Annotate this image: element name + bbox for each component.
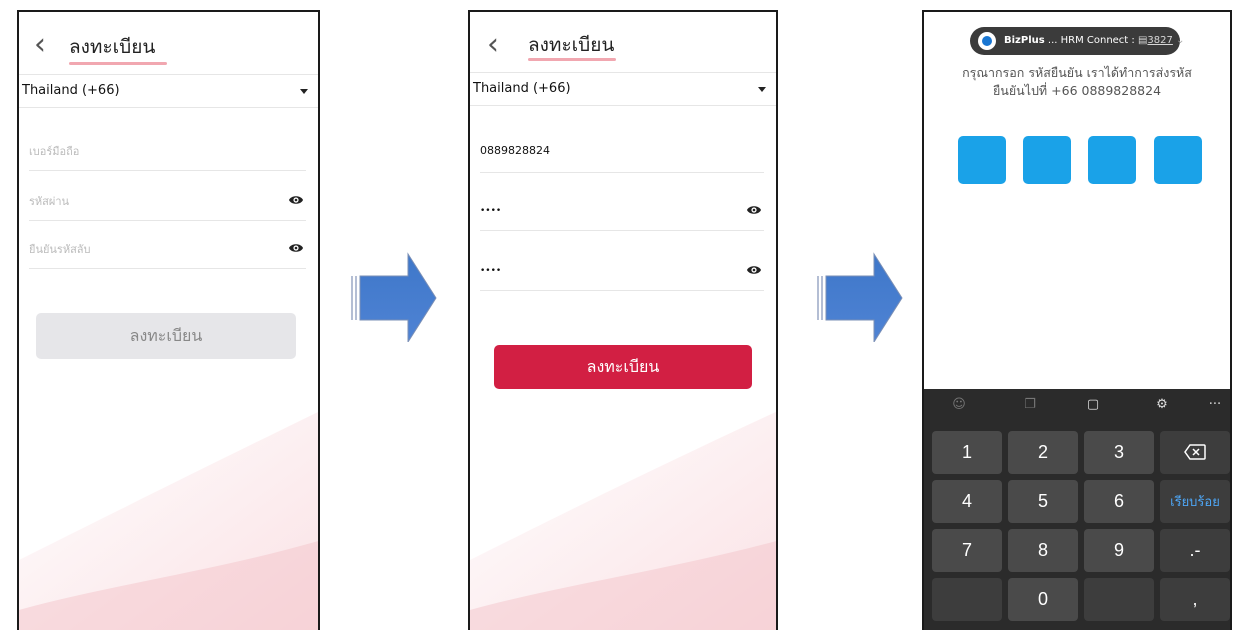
password-value: •••• bbox=[480, 206, 502, 216]
page-title: ลงทะเบียน bbox=[528, 34, 615, 56]
notification-app: BizPlus bbox=[1004, 35, 1045, 46]
eye-icon[interactable] bbox=[288, 240, 304, 256]
chevron-down-icon bbox=[300, 89, 308, 94]
flow-arrow-icon bbox=[817, 252, 903, 342]
phone-screen-register-empty: ‹ ลงทะเบียน Thailand (+66) เบอร์มือถือ ร… bbox=[17, 10, 320, 630]
numeric-keyboard: ☺ ❐ ▢ ⚙ ··· 1 2 3 4 5 6 เรียบร้อย 7 8 9 … bbox=[924, 389, 1230, 630]
back-button[interactable]: ‹ bbox=[29, 30, 51, 60]
backspace-icon bbox=[1184, 444, 1206, 460]
otp-box[interactable] bbox=[1154, 136, 1202, 184]
done-key[interactable]: เรียบร้อย bbox=[1160, 480, 1230, 523]
phone-screen-otp: BizPlus ... HRM Connect : ▤3827 ⌄ กรุณาก… bbox=[922, 10, 1232, 630]
otp-box[interactable] bbox=[958, 136, 1006, 184]
phone-input[interactable]: 0889828824 bbox=[480, 132, 764, 173]
header: ‹ ลงทะเบียน bbox=[19, 12, 318, 72]
chevron-down-icon bbox=[758, 87, 766, 92]
notification-code: 3827 bbox=[1147, 35, 1173, 46]
key-8[interactable]: 8 bbox=[1008, 529, 1078, 572]
password-input[interactable]: รหัสผ่าน bbox=[29, 180, 306, 221]
key-3[interactable]: 3 bbox=[1084, 431, 1154, 474]
flow-arrow-icon bbox=[351, 252, 437, 342]
background-wave bbox=[470, 411, 776, 630]
confirm-password-input[interactable]: •••• bbox=[480, 250, 764, 291]
otp-notification[interactable]: BizPlus ... HRM Connect : ▤3827 ⌄ bbox=[970, 27, 1184, 55]
dot-dash-key[interactable]: .- bbox=[1160, 529, 1230, 572]
title-underline bbox=[69, 62, 167, 65]
comma-key[interactable]: , bbox=[1160, 578, 1230, 621]
eye-icon[interactable] bbox=[746, 202, 762, 218]
eye-icon[interactable] bbox=[746, 262, 762, 278]
settings-icon[interactable]: ⚙ bbox=[1153, 396, 1171, 414]
notification-text: ... HRM Connect : bbox=[1047, 35, 1135, 46]
instruction-line-1: กรุณากรอก รหัสยืนยัน เราได้ทำการส่งรหัส bbox=[962, 65, 1192, 80]
confirm-password-input[interactable]: ยืนยันรหัสลับ bbox=[29, 228, 306, 269]
chevron-down-icon: ⌄ bbox=[1176, 35, 1185, 46]
password-input[interactable]: •••• bbox=[480, 190, 764, 231]
register-button[interactable]: ลงทะเบียน bbox=[36, 313, 296, 359]
otp-box[interactable] bbox=[1023, 136, 1071, 184]
header: ‹ ลงทะเบียน bbox=[470, 12, 776, 72]
key-1[interactable]: 1 bbox=[932, 431, 1002, 474]
blank-key[interactable] bbox=[932, 578, 1002, 621]
register-button[interactable]: ลงทะเบียน bbox=[494, 345, 752, 389]
blank-key[interactable] bbox=[1084, 578, 1154, 621]
clipboard-icon[interactable]: ▢ bbox=[1084, 396, 1102, 414]
country-value: Thailand (+66) bbox=[473, 81, 571, 96]
otp-instruction: กรุณากรอก รหัสยืนยัน เราได้ทำการส่งรหัส … bbox=[944, 64, 1210, 100]
bizplus-app-icon bbox=[978, 32, 996, 50]
emoji-icon[interactable]: ☺ bbox=[950, 396, 968, 414]
phone-screen-register-filled: ‹ ลงทะเบียน Thailand (+66) 0889828824 ••… bbox=[468, 10, 778, 630]
key-5[interactable]: 5 bbox=[1008, 480, 1078, 523]
background-wave bbox=[19, 411, 318, 630]
password-placeholder: รหัสผ่าน bbox=[29, 195, 70, 208]
page-title: ลงทะเบียน bbox=[69, 36, 156, 58]
confirm-placeholder: ยืนยันรหัสลับ bbox=[29, 243, 91, 256]
key-7[interactable]: 7 bbox=[932, 529, 1002, 572]
country-select[interactable]: Thailand (+66) bbox=[19, 74, 318, 108]
backspace-key[interactable] bbox=[1160, 431, 1230, 474]
phone-value: 0889828824 bbox=[480, 144, 550, 157]
country-select[interactable]: Thailand (+66) bbox=[470, 72, 776, 106]
key-4[interactable]: 4 bbox=[932, 480, 1002, 523]
title-underline bbox=[528, 58, 616, 61]
back-button[interactable]: ‹ bbox=[482, 30, 504, 60]
key-0[interactable]: 0 bbox=[1008, 578, 1078, 621]
eye-icon[interactable] bbox=[288, 192, 304, 208]
key-6[interactable]: 6 bbox=[1084, 480, 1154, 523]
country-value: Thailand (+66) bbox=[22, 83, 120, 98]
phone-input[interactable]: เบอร์มือถือ bbox=[29, 130, 306, 171]
keyboard-toolbar: ☺ ❐ ▢ ⚙ ··· bbox=[924, 389, 1230, 421]
more-icon[interactable]: ··· bbox=[1206, 396, 1224, 414]
instruction-line-2: ยืนยันไปที่ +66 0889828824 bbox=[992, 83, 1162, 98]
otp-box[interactable] bbox=[1088, 136, 1136, 184]
sticker-icon[interactable]: ❐ bbox=[1021, 396, 1039, 414]
message-icon: ▤ bbox=[1137, 35, 1148, 46]
key-2[interactable]: 2 bbox=[1008, 431, 1078, 474]
key-9[interactable]: 9 bbox=[1084, 529, 1154, 572]
confirm-value: •••• bbox=[480, 266, 502, 276]
phone-placeholder: เบอร์มือถือ bbox=[29, 145, 80, 158]
